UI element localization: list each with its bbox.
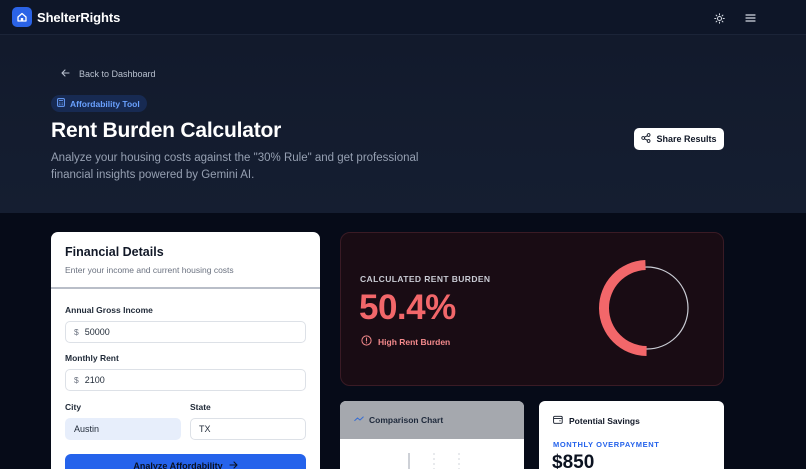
annual-income-field[interactable]: $ 50000 (65, 321, 306, 343)
calculator-icon (57, 98, 65, 109)
arrow-right-icon (229, 461, 238, 469)
page-subtitle: Analyze your housing costs against the "… (51, 152, 419, 181)
comparison-chart-title: Comparison Chart (369, 415, 444, 425)
city-value: Austin (74, 424, 100, 434)
share-results-button[interactable]: Share Results (634, 128, 724, 150)
dollar-prefix: $ (74, 327, 79, 337)
financial-details-title: Financial Details (65, 245, 164, 259)
income-label: Annual Gross Income (65, 305, 153, 315)
dollar-prefix: $ (74, 375, 79, 385)
financial-details-header: Financial Details Enter your income and … (51, 232, 320, 289)
financial-details-description: Enter your income and current housing co… (65, 265, 234, 275)
menu-icon[interactable] (742, 10, 758, 26)
brand[interactable]: ShelterRights (12, 7, 120, 27)
comparison-chart-header: Comparison Chart (340, 401, 524, 439)
share-results-label: Share Results (656, 134, 717, 144)
financial-details-card: Financial Details Enter your income and … (51, 232, 320, 469)
arrow-left-icon (61, 69, 70, 79)
home-icon (12, 7, 32, 27)
comparison-chart-body (340, 439, 524, 469)
city-label: City (65, 402, 82, 412)
back-to-dashboard-link[interactable]: Back to Dashboard (61, 69, 156, 79)
burden-status-label: High Rent Burden (378, 336, 451, 347)
rent-burden-label: CALCULATED RENT BURDEN (360, 274, 491, 284)
wallet-icon (553, 415, 563, 426)
monthly-rent-value: 2100 (84, 375, 105, 385)
brand-name: ShelterRights (37, 9, 121, 25)
tool-badge: Affordability Tool (51, 95, 147, 112)
potential-savings-card: Potential Savings MONTHLY OVERPAYMENT $8… (539, 401, 724, 469)
donut-burden-arc (598, 260, 647, 356)
top-nav: ShelterRights (0, 0, 806, 35)
trend-icon (354, 415, 364, 425)
comparison-chart-card: Comparison Chart (340, 401, 524, 469)
monthly-overpayment-value: $850 (552, 452, 595, 469)
rent-burden-value: 50.4% (359, 288, 456, 327)
rent-burden-donut-chart (598, 260, 689, 356)
analyze-label: Analyze Affordability (133, 461, 223, 469)
comparison-chart-canvas (408, 453, 460, 469)
analyze-affordability-button[interactable]: Analyze Affordability (65, 454, 306, 469)
rent-label: Monthly Rent (65, 353, 119, 363)
tool-badge-label: Affordability Tool (70, 98, 140, 109)
monthly-overpayment-label: MONTHLY OVERPAYMENT (553, 440, 660, 449)
alert-circle-icon (361, 335, 372, 348)
potential-savings-title: Potential Savings (569, 415, 640, 426)
state-value: TX (199, 424, 211, 434)
potential-savings-header: Potential Savings (553, 415, 640, 426)
state-label: State (190, 402, 211, 412)
annual-income-value: 50000 (84, 327, 110, 337)
share-icon (641, 133, 651, 145)
page-title: Rent Burden Calculator (51, 119, 282, 142)
burden-status: High Rent Burden (361, 335, 450, 348)
rent-burden-result-card: CALCULATED RENT BURDEN 50.4% High Rent B… (340, 232, 724, 386)
city-field[interactable]: Austin (65, 418, 181, 440)
hero-section: Back to Dashboard Affordability Tool Ren… (0, 35, 806, 213)
sun-icon[interactable] (711, 10, 727, 26)
back-link-label: Back to Dashboard (79, 69, 156, 79)
monthly-rent-field[interactable]: $ 2100 (65, 369, 306, 391)
state-field[interactable]: TX (190, 418, 306, 440)
